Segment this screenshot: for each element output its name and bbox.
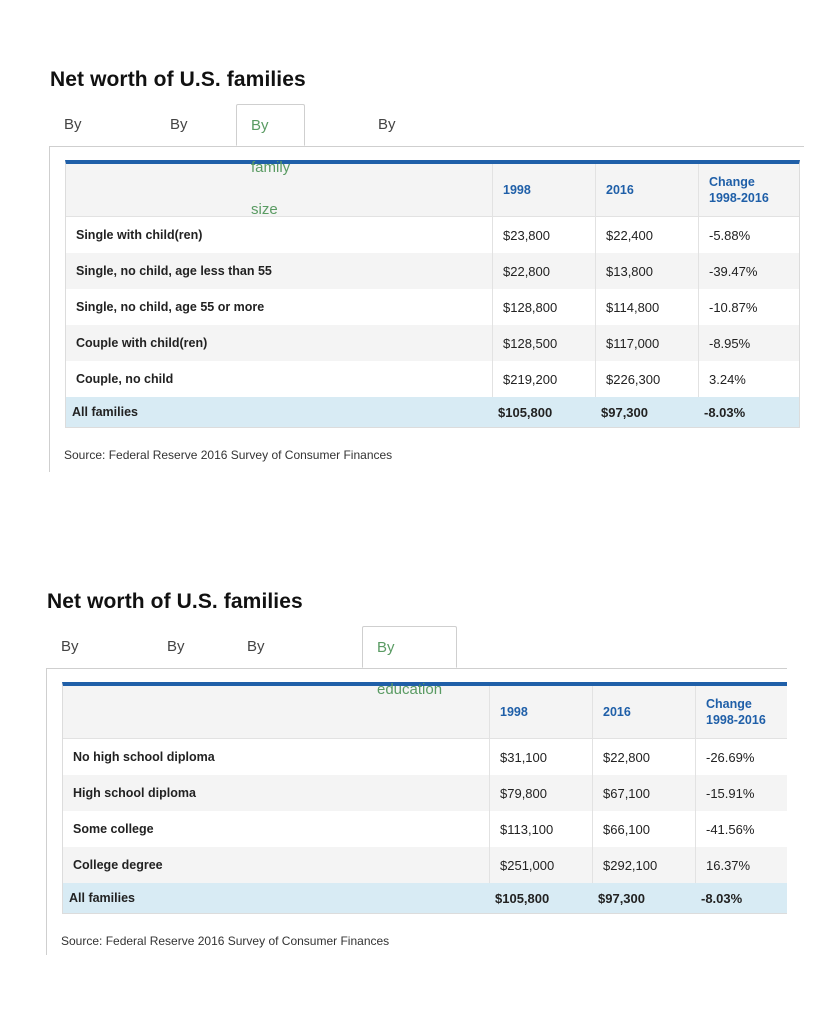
- value-1998: $251,000: [489, 847, 592, 883]
- row-label: Single with child(ren): [76, 228, 203, 242]
- net-worth-table: 1998 2016 Change 1998-2016 Single with c…: [65, 160, 800, 428]
- row-label: Single, no child, age less than 55: [76, 264, 272, 278]
- table-row: No high school diploma $31,100 $22,800 -…: [63, 739, 787, 775]
- header-change: Change 1998-2016: [695, 686, 798, 738]
- value-2016: $13,800: [595, 253, 698, 289]
- header-change-line2: 1998-2016: [706, 713, 766, 727]
- row-label: College degree: [73, 858, 163, 872]
- tab-by-family-size[interactable]: By family size: [233, 626, 300, 739]
- tab-by-age[interactable]: By age: [156, 104, 209, 175]
- total-1998: $105,800: [495, 890, 550, 906]
- total-label: All families: [69, 891, 135, 905]
- value-1998: $128,500: [492, 325, 595, 361]
- value-1998: $31,100: [489, 739, 592, 775]
- row-label: Couple with child(ren): [76, 336, 208, 350]
- value-1998: $22,800: [492, 253, 595, 289]
- row-label: High school diploma: [73, 786, 196, 800]
- value-2016: $67,100: [592, 775, 695, 811]
- table-row: Single with child(ren) $23,800 $22,400 -…: [66, 217, 799, 253]
- value-2016: $22,800: [592, 739, 695, 775]
- row-label: No high school diploma: [73, 750, 215, 764]
- table-row: Single, no child, age 55 or more $128,80…: [66, 289, 799, 325]
- tab-by-income[interactable]: By income: [47, 626, 123, 697]
- header-change-line1: Change: [709, 175, 755, 189]
- total-2016: $97,300: [601, 404, 648, 420]
- tab-by-family-size[interactable]: By family size: [236, 104, 306, 218]
- header-change-line2: 1998-2016: [709, 191, 769, 205]
- header-1998: 1998: [489, 686, 592, 738]
- header-1998: 1998: [492, 164, 595, 216]
- value-1998: $113,100: [489, 811, 592, 847]
- value-change: 3.24%: [698, 361, 801, 397]
- value-2016: $114,800: [595, 289, 698, 325]
- tab-by-education[interactable]: By education: [362, 626, 458, 698]
- table-total-row: All families $105,800 $97,300 -8.03%: [63, 883, 787, 913]
- value-change: -8.95%: [698, 325, 801, 361]
- value-change: -15.91%: [695, 775, 798, 811]
- table-total-row: All families $105,800 $97,300 -8.03%: [66, 397, 799, 427]
- net-worth-table: 1998 2016 Change 1998-2016 No high schoo…: [62, 682, 787, 914]
- total-change: -8.03%: [704, 404, 746, 420]
- widget-title: Net worth of U.S. families: [50, 68, 306, 91]
- total-change: -8.03%: [701, 890, 743, 906]
- value-1998: $79,800: [489, 775, 592, 811]
- value-change: -26.69%: [695, 739, 798, 775]
- table-row: College degree $251,000 $292,100 16.37%: [63, 847, 787, 883]
- source-note: Source: Federal Reserve 2016 Survey of C…: [64, 448, 393, 462]
- header-change-line1: Change: [706, 697, 752, 711]
- row-label: Some college: [73, 822, 154, 836]
- total-label: All families: [72, 405, 138, 419]
- value-1998: $23,800: [492, 217, 595, 253]
- table-header-row: 1998 2016 Change 1998-2016: [66, 164, 799, 217]
- value-change: -10.87%: [698, 289, 801, 325]
- value-2016: $117,000: [595, 325, 698, 361]
- table-row: Single, no child, age less than 55 $22,8…: [66, 253, 799, 289]
- value-change: -41.56%: [695, 811, 798, 847]
- value-change: 16.37%: [695, 847, 798, 883]
- header-change: Change 1998-2016: [698, 164, 801, 216]
- header-2016: 2016: [592, 686, 695, 738]
- widget-title: Net worth of U.S. families: [47, 590, 303, 613]
- table-row: Couple, no child $219,200 $226,300 3.24%: [66, 361, 799, 397]
- total-1998: $105,800: [498, 404, 553, 420]
- value-2016: $226,300: [595, 361, 698, 397]
- value-1998: $128,800: [492, 289, 595, 325]
- table-row: Couple with child(ren) $128,500 $117,000…: [66, 325, 799, 361]
- row-label: Couple, no child: [76, 372, 174, 386]
- source-note: Source: Federal Reserve 2016 Survey of C…: [61, 934, 390, 948]
- value-change: -39.47%: [698, 253, 801, 289]
- value-2016: $66,100: [592, 811, 695, 847]
- value-1998: $219,200: [492, 361, 595, 397]
- table-row: Some college $113,100 $66,100 -41.56%: [63, 811, 787, 847]
- tab-by-age[interactable]: By age: [153, 626, 206, 697]
- value-2016: $22,400: [595, 217, 698, 253]
- total-2016: $97,300: [598, 890, 645, 906]
- value-change: -5.88%: [698, 217, 801, 253]
- table-row: High school diploma $79,800 $67,100 -15.…: [63, 775, 787, 811]
- header-2016: 2016: [595, 164, 698, 216]
- row-label: Single, no child, age 55 or more: [76, 300, 265, 314]
- tab-by-education[interactable]: By education: [364, 104, 457, 175]
- tab-by-income[interactable]: By income: [50, 104, 126, 175]
- value-2016: $292,100: [592, 847, 695, 883]
